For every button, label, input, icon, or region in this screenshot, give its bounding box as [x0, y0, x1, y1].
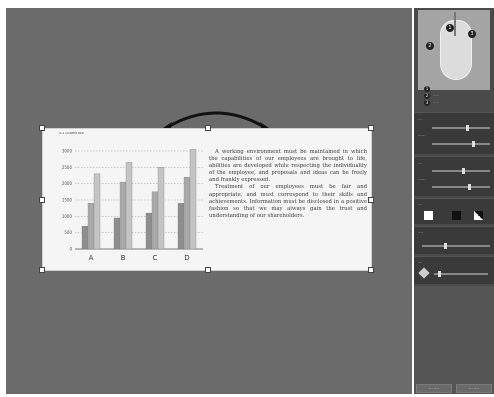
document-image[interactable]: 4.1 LOREM INC 3000 2500 2000 1500 1000 500 0 A B… — [39, 125, 374, 273]
callout-3: 3 — [468, 30, 476, 38]
slider-x-knob[interactable] — [462, 168, 465, 174]
bar-A-0 — [81, 225, 89, 250]
bar-D-1 — [183, 176, 191, 250]
bar-B-1 — [119, 181, 127, 250]
legend-bubble-2: 2 — [424, 93, 430, 99]
slider-brush-knob[interactable] — [438, 271, 441, 277]
resize-handle-top-right[interactable] — [368, 125, 374, 131]
slider-y-knob[interactable] — [468, 184, 471, 190]
bar-chart: 3000 2500 2000 1500 1000 500 0 A B C D — [62, 149, 203, 262]
mouse-preview: 1 2 3 — [418, 10, 490, 90]
properties-sidebar: 1 2 3 1 ····· 2 ····· 3 ····· ··· ······… — [414, 8, 494, 394]
bar-D-0 — [177, 203, 185, 250]
slider-x[interactable] — [432, 168, 490, 174]
panel-color-label: ··· — [418, 202, 422, 207]
y-tick-label: 0 — [69, 247, 72, 252]
legend-bubble-1: 1 — [424, 86, 430, 92]
panel-opacity: ···· — [414, 226, 494, 254]
legend-row-3: 3 ····· — [424, 100, 464, 107]
slider-width-knob[interactable] — [466, 125, 469, 131]
document-header: 4.1 LOREM INC — [59, 131, 84, 135]
resize-handle-top-left[interactable] — [39, 125, 45, 131]
slider-width[interactable] — [432, 125, 490, 131]
swatch-black[interactable] — [452, 211, 461, 220]
y-tick-label: 1000 — [62, 214, 73, 219]
resize-handle-left[interactable] — [39, 197, 45, 203]
bar-C-0 — [145, 212, 153, 250]
slider-height[interactable] — [432, 141, 490, 147]
slider-height-knob[interactable] — [472, 141, 475, 147]
app-window: 4.1 LOREM INC 3000 2500 2000 1500 1000 500 0 A B… — [0, 0, 494, 397]
mouse-icon — [440, 20, 472, 80]
panel-color: ··· — [414, 198, 494, 224]
slider-brush[interactable] — [434, 271, 488, 277]
legend-bubble-3: 3 — [424, 100, 430, 106]
resize-handle-bottom-right[interactable] — [368, 267, 374, 273]
bar-D-2 — [189, 149, 197, 250]
legend-row-2: 2 ····· — [424, 93, 464, 100]
y-tick-label: 3000 — [62, 149, 73, 154]
bar-A-2 — [93, 173, 101, 250]
legend-row-1: 1 ····· — [424, 86, 464, 93]
bar-B-0 — [113, 217, 121, 250]
panel-position: ··· ······ — [414, 156, 494, 196]
y-tick-label: 2000 — [62, 181, 73, 186]
y-tick-label: 1500 — [62, 198, 73, 203]
footer-button-1[interactable]: ··· ···· — [416, 384, 452, 393]
slider-opacity[interactable] — [422, 243, 490, 249]
panel-size-label-1: ··· — [418, 117, 422, 122]
swatch-checker[interactable] — [474, 211, 483, 220]
bar-A-1 — [87, 203, 95, 250]
panel-opacity-label: ···· — [418, 230, 424, 235]
legend-text-2: ····· — [433, 93, 440, 98]
panel-tool-label: ··· — [418, 260, 422, 265]
legend-text-3: ····· — [433, 100, 440, 105]
bar-B-2 — [125, 162, 133, 250]
bar-C-2 — [157, 167, 165, 250]
connector-line — [454, 12, 456, 36]
y-tick-label: 2500 — [62, 165, 73, 170]
resize-handle-bottom-left[interactable] — [39, 267, 45, 273]
panel-position-label-1: ··· — [418, 161, 422, 166]
x-tick-label: D — [184, 254, 189, 262]
x-tick-label: A — [89, 254, 94, 262]
callout-1: 1 — [446, 24, 454, 32]
paragraph-1: A working environment must be maintained… — [209, 149, 367, 184]
document-text: A working environment must be maintained… — [209, 149, 367, 220]
x-tick-label: C — [153, 254, 158, 262]
footer-button-2[interactable]: ··· ···· — [456, 384, 492, 393]
slider-opacity-knob[interactable] — [444, 243, 447, 249]
panel-size: ··· ······ — [414, 112, 494, 154]
pen-icon[interactable] — [418, 267, 430, 279]
x-tick-label: B — [121, 254, 126, 262]
sidebar-empty-area — [414, 286, 494, 394]
panel-tool: ··· — [414, 256, 494, 284]
y-tick-label: 500 — [64, 230, 72, 235]
panel-position-label-2: ······ — [418, 177, 426, 182]
slider-y[interactable] — [432, 184, 490, 190]
legend-text-1: ····· — [433, 86, 440, 91]
swatch-white[interactable] — [424, 211, 433, 220]
resize-handle-bottom[interactable] — [205, 267, 211, 273]
paragraph-2: Treatment of our employees must be fair … — [209, 184, 367, 219]
resize-handle-right[interactable] — [368, 197, 374, 203]
panel-size-label-2: ······ — [418, 133, 426, 138]
callout-2: 2 — [426, 42, 434, 50]
resize-handle-top[interactable] — [205, 125, 211, 131]
bar-C-1 — [151, 191, 159, 250]
